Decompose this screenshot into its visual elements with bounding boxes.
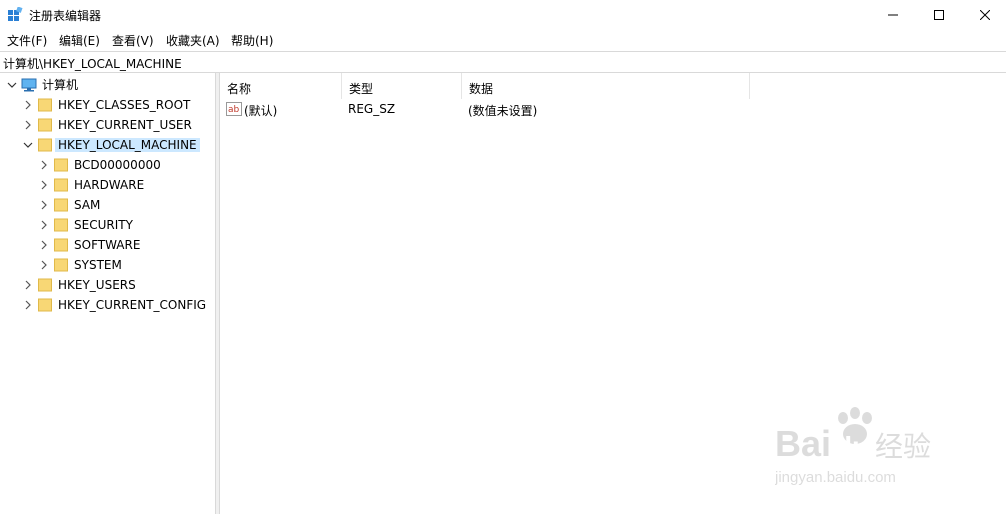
chevron-right-icon[interactable]	[23, 300, 33, 310]
chevron-right-icon[interactable]	[39, 240, 49, 250]
tree-node-software[interactable]: SOFTWARE	[0, 235, 210, 255]
chevron-right-icon[interactable]	[39, 220, 49, 230]
folder-icon	[38, 278, 52, 292]
table-row[interactable]: ab (默认) REG_SZ (数值未设置)	[220, 99, 750, 119]
folder-icon	[38, 98, 52, 112]
tree-node-label: SECURITY	[74, 218, 133, 232]
value-data: (数值未设置)	[468, 104, 538, 118]
folder-icon	[54, 178, 68, 192]
folder-icon	[54, 258, 68, 272]
column-header-name[interactable]: 名称	[220, 73, 342, 99]
tree-node-label: HKEY_CURRENT_CONFIG	[58, 298, 207, 312]
tree-node-label: SOFTWARE	[74, 238, 141, 252]
tree-root-label: 计算机	[42, 78, 79, 92]
svg-text:ab: ab	[228, 105, 240, 115]
chevron-down-icon[interactable]	[23, 140, 33, 150]
baidu-jingyan-watermark: Bai du 经验 jingyan.baidu.com	[774, 404, 955, 494]
menu-bar: 文件(F) 编辑(E) 查看(V) 收藏夹(A) 帮助(H)	[0, 30, 1008, 50]
tree-node-bcd[interactable]: BCD00000000	[0, 155, 210, 175]
tree-node-label: BCD00000000	[74, 158, 161, 172]
close-icon	[980, 10, 990, 20]
tree-node-label: HKEY_CURRENT_USER	[58, 118, 192, 132]
chevron-right-icon[interactable]	[39, 160, 49, 170]
column-header-type-label: 类型	[349, 82, 374, 96]
tree-node-security[interactable]: SECURITY	[0, 215, 210, 235]
tree-node-label: HARDWARE	[74, 178, 145, 192]
tree-node-hkey-local-machine[interactable]: HKEY_LOCAL_MACHINE	[0, 135, 210, 155]
chevron-right-icon[interactable]	[39, 200, 49, 210]
watermark-brand: Bai	[775, 423, 831, 464]
address-path[interactable]: 计算机\HKEY_LOCAL_MACHINE	[3, 55, 182, 72]
column-header-type[interactable]: 类型	[342, 73, 462, 99]
string-value-icon: ab	[226, 102, 242, 116]
folder-icon	[38, 298, 52, 312]
chevron-right-icon[interactable]	[23, 100, 33, 110]
watermark-cn: 经验	[875, 430, 931, 463]
maximize-icon	[934, 10, 944, 20]
column-header-name-label: 名称	[227, 82, 252, 96]
watermark-url: jingyan.baidu.com	[775, 469, 896, 486]
tree-node-hkey-current-config[interactable]: HKEY_CURRENT_CONFIG	[0, 295, 214, 315]
menu-help[interactable]: 帮助(H)	[231, 32, 273, 49]
baidu-logo: Bai du 经验 jingyan.baidu.com	[774, 407, 931, 486]
close-button[interactable]	[962, 0, 1008, 30]
window-title: 注册表编辑器	[29, 9, 102, 23]
folder-icon	[54, 218, 68, 232]
tree-node-hkey-classes-root[interactable]: HKEY_CLASSES_ROOT	[0, 95, 210, 115]
chevron-right-icon[interactable]	[23, 120, 33, 130]
chevron-down-icon[interactable]	[7, 80, 17, 90]
tree-root[interactable]: 计算机	[0, 75, 210, 95]
menu-edit[interactable]: 编辑(E)	[59, 32, 100, 49]
folder-open-icon	[38, 138, 52, 152]
tree-node-label: HKEY_USERS	[58, 278, 136, 292]
menu-favorites[interactable]: 收藏夹(A)	[166, 32, 220, 49]
menu-view[interactable]: 查看(V)	[112, 32, 154, 49]
regedit-icon	[8, 7, 23, 21]
tree-node-hardware[interactable]: HARDWARE	[0, 175, 210, 195]
tree-node-label-selected: HKEY_LOCAL_MACHINE	[55, 138, 200, 152]
folder-icon	[54, 158, 68, 172]
tree-node-system[interactable]: SYSTEM	[0, 255, 210, 275]
tree-node-label: SYSTEM	[74, 258, 122, 272]
chevron-right-icon[interactable]	[39, 180, 49, 190]
folder-icon	[54, 198, 68, 212]
column-header-data-label: 数据	[469, 82, 494, 96]
tree-node-label: HKEY_CLASSES_ROOT	[58, 98, 191, 112]
folder-icon	[54, 238, 68, 252]
tree-node-sam[interactable]: SAM	[0, 195, 210, 215]
watermark-brand2: du	[835, 431, 869, 462]
chevron-right-icon[interactable]	[23, 280, 33, 290]
registry-tree[interactable]: 计算机 HKEY_CLASSES_ROOT HKEY_CURRENT_USER …	[0, 73, 216, 514]
tree-node-hkey-users[interactable]: HKEY_USERS	[0, 275, 210, 295]
maximize-button[interactable]	[916, 0, 962, 30]
computer-icon	[21, 78, 37, 92]
menu-file[interactable]: 文件(F)	[7, 32, 47, 49]
address-bar[interactable]: 计算机\HKEY_LOCAL_MACHINE	[0, 51, 1006, 73]
value-name: (默认)	[244, 104, 278, 118]
tree-node-hkey-current-user[interactable]: HKEY_CURRENT_USER	[0, 115, 210, 135]
minimize-button[interactable]	[870, 0, 916, 30]
column-header-data[interactable]: 数据	[462, 73, 750, 99]
tree-node-label: SAM	[74, 198, 101, 212]
title-bar: 注册表编辑器	[0, 0, 1008, 30]
folder-icon	[38, 118, 52, 132]
value-type: REG_SZ	[348, 102, 396, 116]
minimize-icon	[888, 14, 898, 16]
chevron-right-icon[interactable]	[39, 260, 49, 270]
